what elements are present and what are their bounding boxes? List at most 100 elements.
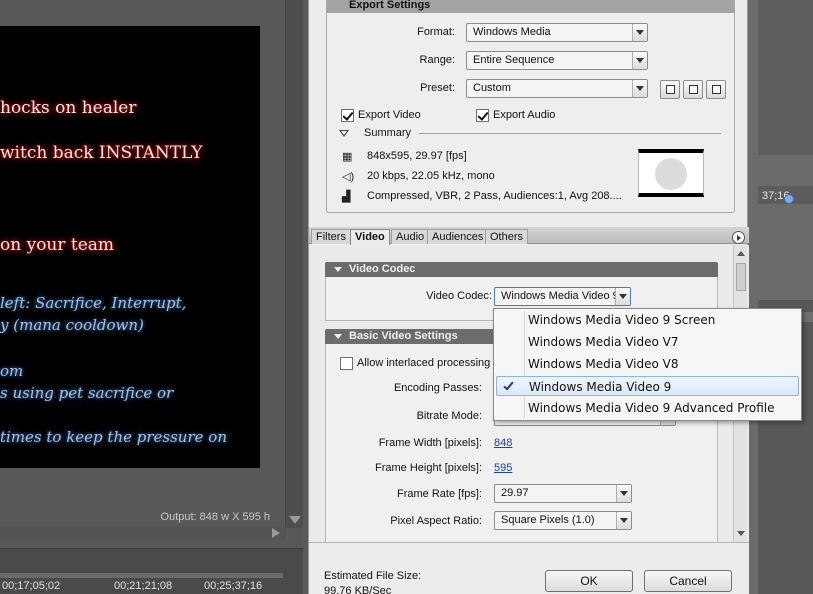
preset-select[interactable]: Custom bbox=[466, 79, 648, 98]
folder-icon bbox=[689, 85, 698, 94]
frame-height-value[interactable]: 595 bbox=[494, 462, 512, 474]
export-settings-dialog: Export Settings Format: Windows Media Ra… bbox=[308, 0, 749, 594]
collapse-triangle-icon[interactable] bbox=[334, 334, 342, 339]
background-panel: 37;16 bbox=[748, 0, 813, 594]
chevron-down-icon[interactable] bbox=[632, 80, 647, 97]
playhead-marker-icon[interactable] bbox=[784, 194, 794, 204]
format-value: Windows Media bbox=[473, 26, 551, 38]
scrollbar-thumb[interactable] bbox=[736, 263, 746, 291]
format-select[interactable]: Windows Media bbox=[466, 23, 648, 42]
tab-video[interactable]: Video bbox=[350, 229, 390, 245]
chevron-down-icon[interactable] bbox=[616, 485, 631, 502]
chevron-down-icon[interactable] bbox=[632, 24, 647, 41]
preview-text-line: y (mana cooldown) bbox=[0, 316, 144, 334]
export-video-checkbox[interactable] bbox=[341, 109, 354, 122]
summary-label[interactable]: Summary bbox=[364, 127, 411, 139]
background-block bbox=[758, 0, 813, 155]
checkmark-icon bbox=[503, 379, 514, 391]
group-title: Export Settings bbox=[349, 0, 431, 11]
cancel-button[interactable]: Cancel bbox=[644, 570, 732, 592]
ok-button[interactable]: OK bbox=[545, 570, 633, 592]
summary-audio: 20 kbps, 22.05 kHz, mono bbox=[367, 170, 495, 182]
save-icon bbox=[666, 85, 675, 94]
collapse-triangle-icon[interactable] bbox=[334, 267, 342, 272]
settings-tab-bar: Filters Video Audio Audiences Others bbox=[309, 227, 749, 245]
timeline-ruler[interactable]: 00;17;05;02 00;21;21;08 00;25;37;16 bbox=[0, 548, 303, 594]
preview-text-line: s using pet sacrifice or bbox=[0, 384, 174, 402]
codec-option[interactable]: Windows Media Video V7 bbox=[496, 332, 799, 352]
delete-preset-button[interactable] bbox=[706, 80, 726, 99]
frame-rate-select[interactable]: 29.97 bbox=[494, 484, 632, 503]
range-value: Entire Sequence bbox=[473, 54, 555, 66]
video-codec-select[interactable]: Windows Media Video 9 bbox=[494, 287, 631, 306]
interlaced-checkbox[interactable] bbox=[340, 357, 353, 370]
video-codec-label: Video Codec: bbox=[426, 290, 492, 302]
video-codec-header[interactable]: Video Codec bbox=[325, 262, 718, 277]
codec-option-label: Windows Media Video 9 Advanced Profile bbox=[528, 401, 775, 415]
frame-width-label: Frame Width [pixels]: bbox=[378, 437, 482, 449]
preview-horizontal-scrollbar[interactable] bbox=[0, 526, 286, 540]
preview-vertical-scrollbar[interactable] bbox=[285, 0, 303, 528]
codec-option[interactable]: Windows Media Video 9 Screen bbox=[496, 310, 799, 330]
tab-audiences[interactable]: Audiences bbox=[427, 229, 489, 244]
pixel-aspect-value: Square Pixels (1.0) bbox=[501, 514, 595, 526]
summary-divider bbox=[419, 133, 721, 134]
timeline-track[interactable] bbox=[0, 573, 283, 578]
panel-menu-icon[interactable] bbox=[732, 231, 745, 244]
save-preset-button[interactable] bbox=[660, 80, 680, 99]
preview-text-line: hocks on healer bbox=[0, 98, 137, 118]
range-select[interactable]: Entire Sequence bbox=[466, 51, 648, 70]
export-audio-checkbox[interactable] bbox=[476, 109, 489, 122]
frame-height-label: Frame Height [pixels]: bbox=[375, 462, 482, 474]
preview-text-line: left: Sacrifice, Interrupt, bbox=[0, 294, 187, 312]
export-audio-label: Export Audio bbox=[493, 109, 556, 121]
interlaced-label: Allow interlaced processing bbox=[357, 357, 491, 369]
frame-width-value[interactable]: 848 bbox=[494, 437, 512, 449]
section-title: Video Codec bbox=[349, 263, 416, 275]
pixel-aspect-select[interactable]: Square Pixels (1.0) bbox=[494, 511, 632, 530]
encoding-passes-label: Encoding Passes: bbox=[393, 382, 482, 394]
summary-video: 848x595, 29.97 [fps] bbox=[367, 150, 467, 162]
summary-bitrate: Compressed, VBR, 2 Pass, Audiences:1, Av… bbox=[367, 190, 622, 202]
chevron-down-icon[interactable] bbox=[615, 288, 630, 305]
film-icon: ▦ bbox=[342, 151, 353, 163]
import-preset-button[interactable] bbox=[683, 80, 703, 99]
tab-others[interactable]: Others bbox=[485, 229, 529, 244]
scroll-right-arrow-icon[interactable] bbox=[272, 528, 280, 538]
preset-value: Custom bbox=[473, 82, 511, 94]
codec-option-selected[interactable]: Windows Media Video 9 bbox=[496, 376, 799, 396]
scroll-down-arrow-icon[interactable] bbox=[289, 516, 301, 524]
preset-label: Preset: bbox=[420, 82, 455, 94]
thumbnail-image bbox=[655, 158, 687, 190]
summary-toggle-icon[interactable] bbox=[339, 130, 349, 137]
output-size-label: Output: 848 w X 595 h bbox=[160, 511, 270, 523]
export-settings-group: Export Settings Format: Windows Media Ra… bbox=[326, 0, 735, 213]
codec-option-label: Windows Media Video 9 bbox=[529, 380, 672, 394]
tab-filters[interactable]: Filters bbox=[311, 229, 351, 244]
scroll-down-arrow-icon[interactable] bbox=[737, 531, 745, 536]
codec-option-label: Windows Media Video V8 bbox=[528, 357, 679, 371]
frame-rate-label: Frame Rate [fps]: bbox=[397, 488, 482, 500]
chevron-down-icon[interactable] bbox=[616, 512, 631, 529]
scroll-up-arrow-icon[interactable] bbox=[737, 251, 745, 256]
section-title: Basic Video Settings bbox=[349, 330, 458, 342]
speaker-icon: ◁) bbox=[342, 171, 355, 183]
codec-option[interactable]: Windows Media Video 9 Advanced Profile bbox=[496, 398, 799, 418]
group-header: Export Settings bbox=[327, 0, 734, 13]
tab-audio[interactable]: Audio bbox=[391, 229, 430, 244]
format-label: Format: bbox=[417, 26, 455, 38]
pixel-aspect-label: Pixel Aspect Ratio: bbox=[390, 515, 482, 527]
estimated-size-label: Estimated File Size: bbox=[324, 570, 422, 582]
preview-text-line: om bbox=[0, 362, 24, 380]
app-window: hocks on healer witch back INSTANTLY on … bbox=[0, 0, 813, 594]
preview-text-line: times to keep the pressure on bbox=[0, 428, 227, 446]
codec-option[interactable]: Windows Media Video V8 bbox=[496, 354, 799, 374]
preview-text-line: on your team bbox=[0, 235, 115, 255]
summary-thumbnail bbox=[638, 149, 704, 197]
chevron-down-icon[interactable] bbox=[632, 52, 647, 69]
video-codec-dropdown-list: Windows Media Video 9 Screen Windows Med… bbox=[493, 308, 802, 421]
preview-text-line: witch back INSTANTLY bbox=[0, 143, 203, 163]
codec-option-label: Windows Media Video V7 bbox=[528, 335, 679, 349]
timecode-label: 00;25;37;16 bbox=[204, 580, 263, 592]
timecode-label: 00;17;05;02 bbox=[2, 580, 61, 592]
